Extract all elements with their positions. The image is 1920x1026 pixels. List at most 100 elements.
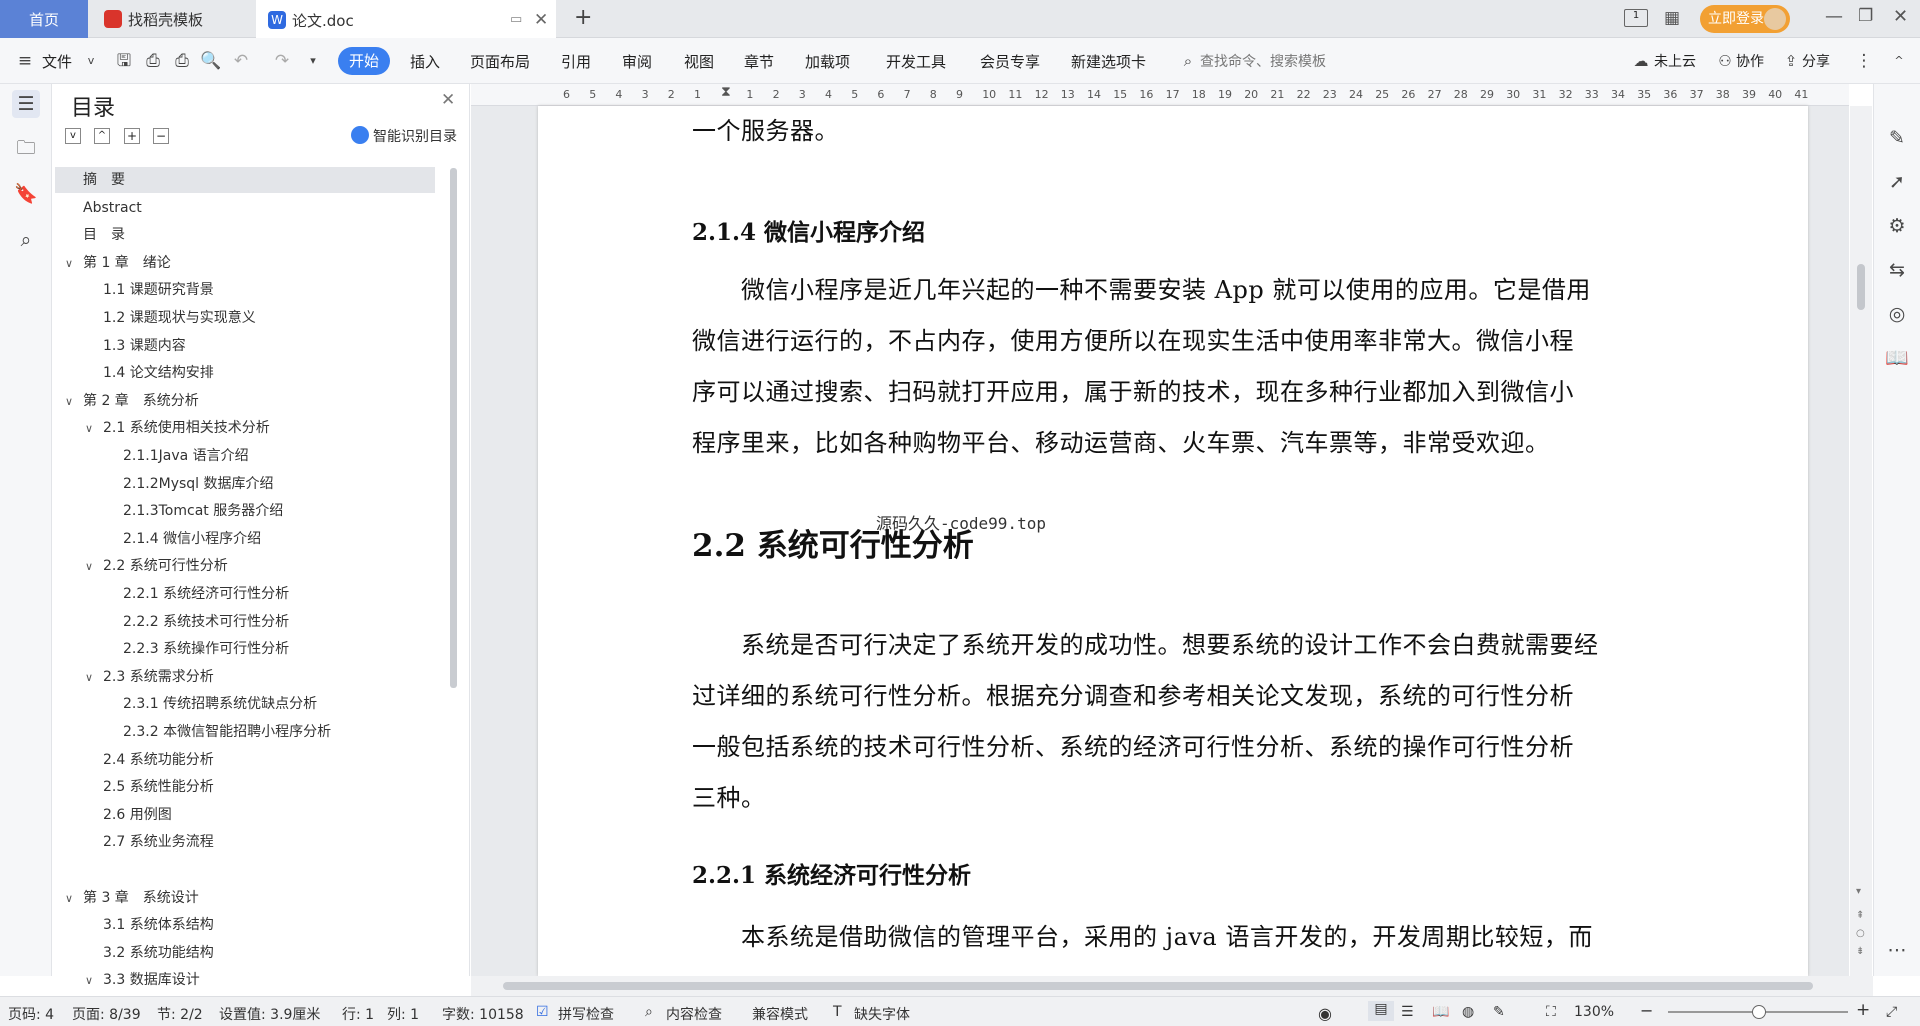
- scroll-down-icon[interactable]: ▾: [1856, 886, 1861, 897]
- print-icon[interactable]: ⎙: [171, 50, 193, 72]
- write-view-icon[interactable]: ✎: [1493, 1004, 1505, 1020]
- more-chevron-icon[interactable]: ▾: [302, 50, 324, 72]
- new-tab-icon[interactable]: +: [574, 5, 592, 30]
- toc-item[interactable]: Abstract: [65, 195, 142, 221]
- tab-document[interactable]: W 论文.doc ▭ ✕: [256, 0, 556, 38]
- toc-icon[interactable]: ☰: [12, 90, 40, 118]
- toc-item[interactable]: 2.1.2Mysql 数据库介绍: [105, 471, 274, 497]
- toc-item[interactable]: 2.1.4 微信小程序介绍: [105, 526, 261, 552]
- menu-icon[interactable]: ≡: [14, 50, 36, 72]
- close-window-icon[interactable]: ✕: [1893, 6, 1908, 27]
- toc-item[interactable]: 2.7 系统业务流程: [85, 829, 214, 855]
- redo-icon[interactable]: ↷: [271, 50, 293, 72]
- toc-item[interactable]: 目 录: [65, 222, 125, 248]
- zoom-slider-handle[interactable]: [1752, 1005, 1766, 1019]
- chevron-down-icon[interactable]: ∨: [85, 416, 103, 442]
- chevron-down-icon[interactable]: ∨: [85, 968, 103, 994]
- outline-view-icon[interactable]: ☰: [1401, 1004, 1414, 1020]
- tab-new[interactable]: 新建选项卡: [1071, 51, 1146, 72]
- more-horizontal-icon[interactable]: ⋯: [1883, 936, 1911, 964]
- tab-developer[interactable]: 开发工具: [886, 51, 946, 72]
- compass-icon[interactable]: ◎: [1883, 300, 1911, 328]
- tab-home[interactable]: 首页: [0, 0, 88, 38]
- tab-references[interactable]: 引用: [561, 51, 591, 72]
- print-preview-icon[interactable]: 🔍: [200, 50, 222, 72]
- export-pdf-icon[interactable]: ⎙: [142, 50, 164, 72]
- undo-icon[interactable]: ↶: [230, 50, 252, 72]
- status-pageno[interactable]: 页码: 4: [8, 1004, 54, 1024]
- tab-review[interactable]: 审阅: [622, 51, 652, 72]
- missing-font-button[interactable]: 缺失字体: [854, 1004, 910, 1024]
- toc-item[interactable]: 2.4 系统功能分析: [85, 747, 214, 773]
- zoom-out-icon[interactable]: −: [1640, 1001, 1653, 1020]
- spell-check-button[interactable]: 拼写检查: [558, 1004, 614, 1024]
- toc-item[interactable]: ∨ 第 2 章 系统分析: [65, 388, 199, 414]
- zoom-level[interactable]: 130%: [1574, 1004, 1614, 1020]
- toc-item[interactable]: 2.5 系统性能分析: [85, 774, 214, 800]
- toc-item[interactable]: ∨ 2.2 系统可行性分析: [85, 553, 228, 579]
- remove-level-icon[interactable]: −: [153, 128, 169, 144]
- share-button[interactable]: 分享: [1802, 51, 1830, 71]
- tab-page-layout[interactable]: 页面布局: [470, 51, 530, 72]
- chevron-down-icon[interactable]: v: [80, 50, 102, 72]
- status-page[interactable]: 页面: 8/39: [72, 1004, 141, 1024]
- toc-item[interactable]: 2.2.1 系统经济可行性分析: [105, 581, 289, 607]
- toc-item[interactable]: 2.2.3 系统操作可行性分析: [105, 636, 289, 662]
- command-search[interactable]: 查找命令、搜索模板: [1200, 51, 1326, 71]
- cloud-status[interactable]: 未上云: [1654, 51, 1696, 71]
- toc-item[interactable]: 2.1.3Tomcat 服务器介绍: [105, 498, 283, 524]
- fit-page-icon[interactable]: ⛶: [1546, 1004, 1556, 1020]
- toc-item[interactable]: 3.2 系统功能结构: [85, 940, 214, 966]
- toc-item[interactable]: ∨ 第 1 章 绪论: [65, 250, 171, 276]
- next-page-icon[interactable]: ⇟: [1856, 946, 1864, 957]
- smart-toc-button[interactable]: 智能识别目录: [373, 126, 457, 146]
- read-view-icon[interactable]: 📖: [1432, 1004, 1449, 1020]
- translate-icon[interactable]: ⇆: [1883, 256, 1911, 284]
- tab-addins[interactable]: 加载项: [805, 51, 850, 72]
- toc-item[interactable]: 3.1 系统体系结构: [85, 912, 214, 938]
- tab-view[interactable]: 视图: [684, 51, 714, 72]
- browse-object-icon[interactable]: ○: [1856, 928, 1865, 939]
- horizontal-scrollbar[interactable]: [471, 976, 1873, 996]
- toc-item[interactable]: 1.2 课题现状与实现意义: [85, 305, 256, 331]
- add-level-icon[interactable]: +: [124, 128, 140, 144]
- horizontal-ruler[interactable]: 6 5 4 3 2 1 1 2 3 4 5 6 7 8 9 10 11 12 13 14 15 16 17 18 19 20 21 2…: [471, 84, 1849, 106]
- toc-item[interactable]: 1.3 课题内容: [85, 333, 186, 359]
- scroll-thumb[interactable]: [1857, 264, 1865, 310]
- chevron-down-icon[interactable]: ∨: [65, 251, 83, 277]
- adjust-icon[interactable]: ⚙: [1883, 212, 1911, 240]
- content-check-button[interactable]: 内容检查: [666, 1004, 722, 1024]
- navigation-icon[interactable]: 🗀: [12, 134, 40, 162]
- indent-marker-icon[interactable]: ⧗: [721, 84, 731, 100]
- restore-icon[interactable]: ❐: [1858, 6, 1873, 26]
- close-panel-icon[interactable]: ✕: [441, 90, 455, 110]
- find-icon[interactable]: ⌕: [12, 226, 40, 254]
- toc-item[interactable]: 1.1 课题研究背景: [85, 277, 214, 303]
- close-tab-icon[interactable]: ✕: [534, 10, 548, 30]
- eye-protect-icon[interactable]: ◉: [1318, 1004, 1332, 1023]
- apps-icon[interactable]: ▦: [1664, 8, 1680, 28]
- toc-item[interactable]: ∨ 2.3 系统需求分析: [85, 664, 214, 690]
- book-icon[interactable]: 📖: [1883, 344, 1911, 372]
- toc-item[interactable]: 2.6 用例图: [85, 802, 172, 828]
- toc-item[interactable]: 2.3.1 传统招聘系统优缺点分析: [105, 691, 317, 717]
- tab-template[interactable]: 找稻壳模板: [92, 0, 252, 38]
- collab-button[interactable]: 协作: [1736, 51, 1764, 71]
- collapse-all-icon[interactable]: v: [65, 128, 81, 144]
- tab-insert[interactable]: 插入: [410, 51, 440, 72]
- bookmark-icon[interactable]: 🔖: [12, 180, 40, 208]
- more-vertical-icon[interactable]: ⋮: [1853, 50, 1875, 72]
- toc-item[interactable]: ∨ 第 3 章 系统设计: [65, 885, 199, 911]
- toc-scrollbar[interactable]: [450, 168, 457, 688]
- layout-icon[interactable]: 1: [1624, 9, 1648, 27]
- zoom-in-icon[interactable]: +: [1856, 1000, 1870, 1020]
- chevron-down-icon[interactable]: ∨: [85, 665, 103, 691]
- pen-icon[interactable]: ✎: [1883, 124, 1911, 152]
- document-page[interactable]: 一个服务器。 2.1.4 微信小程序介绍 微信小程序是近几年兴起的一种不需要安装…: [538, 106, 1808, 976]
- web-view-icon[interactable]: ◍: [1462, 1004, 1474, 1020]
- select-cursor-icon[interactable]: ➚: [1883, 168, 1911, 196]
- tab-section[interactable]: 章节: [744, 51, 774, 72]
- file-menu[interactable]: 文件: [42, 51, 72, 72]
- toc-item[interactable]: ∨ 2.1 系统使用相关技术分析: [85, 415, 270, 441]
- collapse-ribbon-icon[interactable]: ^: [1888, 50, 1910, 72]
